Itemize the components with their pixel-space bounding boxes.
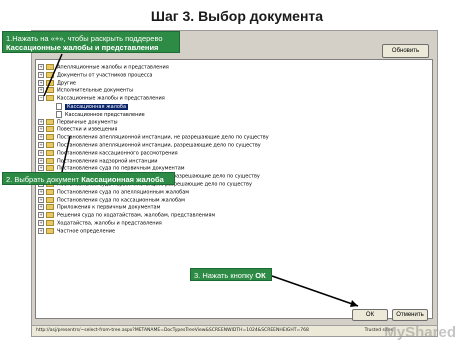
callout-2: 2. Выбрать документ Кассационная жалоба bbox=[2, 172, 175, 185]
callout-1-line2: Кассационные жалобы и представления bbox=[6, 43, 159, 52]
callout-1-line1: 1.Нажать на «+», чтобы раскрыть поддерев… bbox=[6, 34, 163, 43]
callout-3-bold: ОК bbox=[255, 271, 266, 280]
callout-1: 1.Нажать на «+», чтобы раскрыть поддерев… bbox=[2, 31, 180, 53]
callout-1-arrow bbox=[43, 53, 63, 97]
callout-3-arrow bbox=[271, 275, 359, 307]
callout-3: 3. Нажать кнопку ОК bbox=[190, 268, 272, 281]
callout-2-bold: Кассационная жалоба bbox=[81, 175, 164, 184]
callout-2-arrow bbox=[61, 135, 71, 173]
callout-3-prefix: 3. Нажать кнопку bbox=[194, 271, 256, 280]
callout-2-prefix: 2. Выбрать документ bbox=[6, 175, 82, 184]
callout-3-arrowhead bbox=[350, 300, 358, 307]
